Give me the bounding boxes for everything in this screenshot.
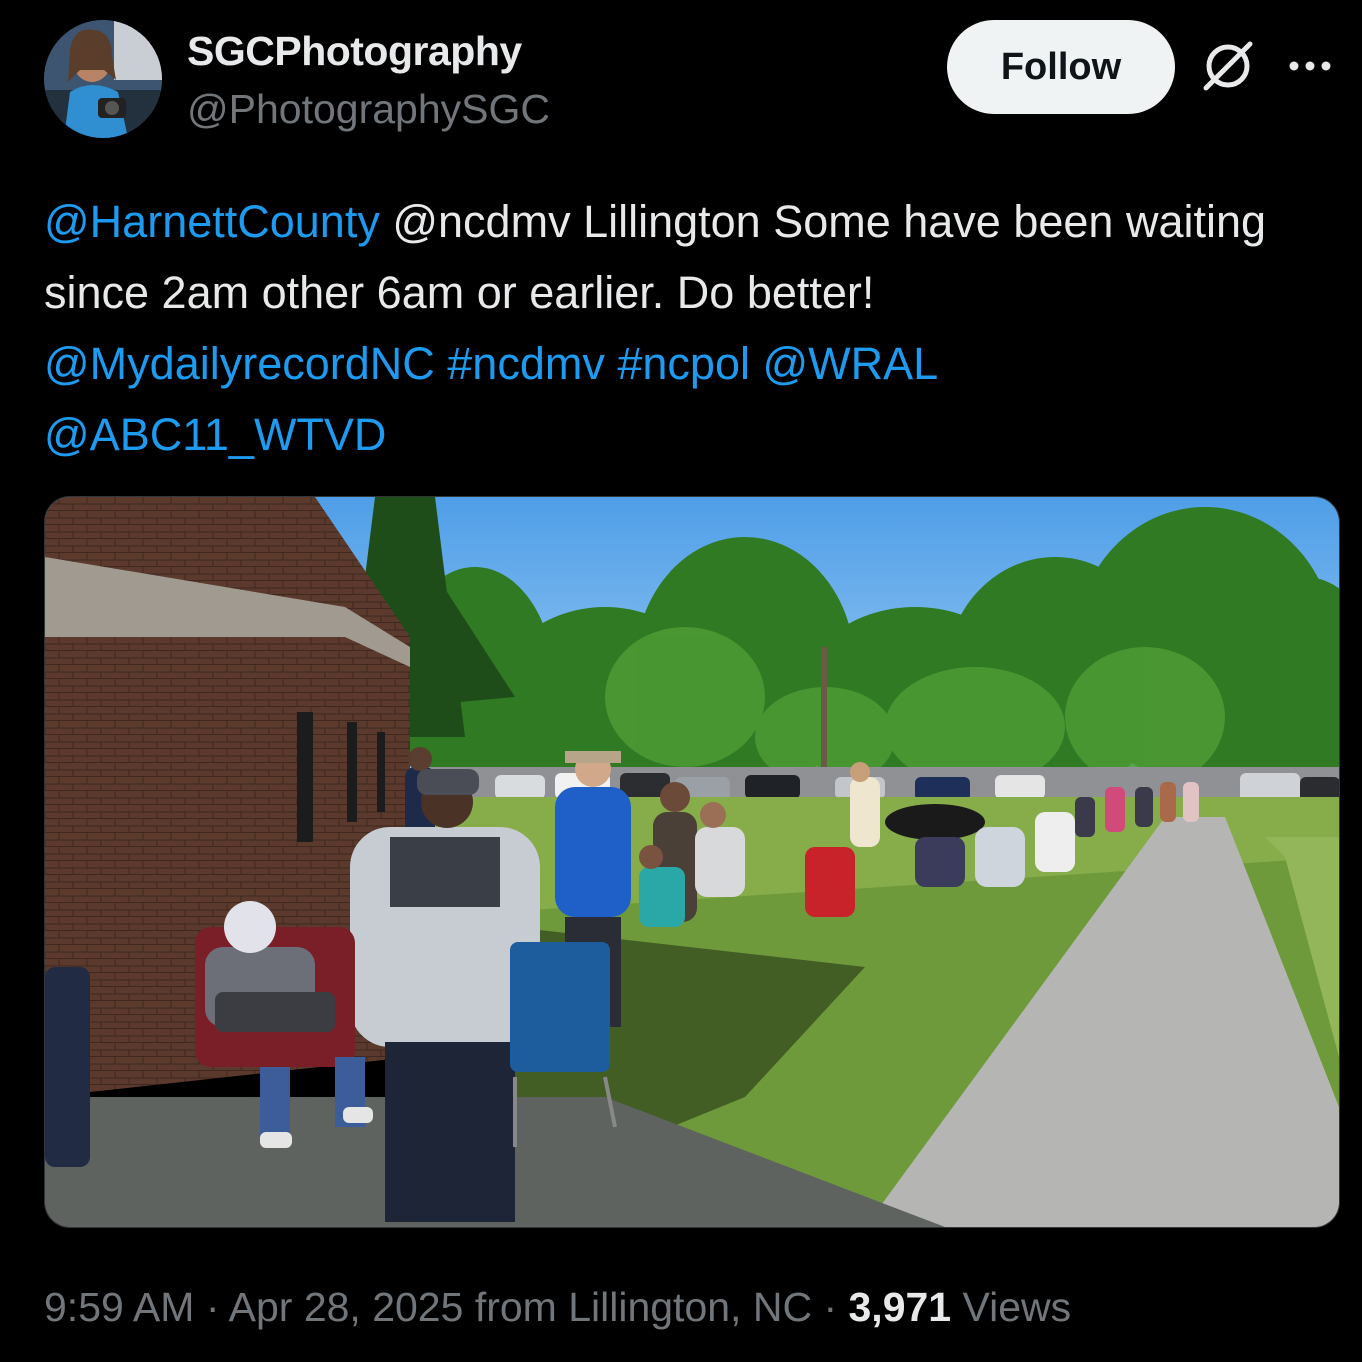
tweet-location: from Lillington, NC: [474, 1284, 813, 1330]
tweet-time[interactable]: 9:59 AM: [44, 1284, 194, 1330]
author-handle[interactable]: @PhotographySGC: [187, 86, 550, 133]
user-avatar-icon: [44, 20, 162, 138]
tweet-date[interactable]: Apr 28, 2025: [229, 1284, 464, 1330]
tweet-meta: 9:59 AM · Apr 28, 2025 from Lillington, …: [44, 1284, 1072, 1330]
photo-image: [45, 497, 1339, 1227]
hashtag-ncpol[interactable]: #ncpol: [617, 338, 750, 389]
mention-mydailyrecordnc[interactable]: @MydailyrecordNC: [44, 338, 435, 389]
mention-harnettcounty[interactable]: @HarnettCounty: [44, 196, 380, 247]
views-label: Views: [962, 1284, 1072, 1330]
author-display-name[interactable]: SGCPhotography: [187, 28, 522, 75]
views-count: 3,971: [848, 1284, 952, 1330]
tweet-text: @HarnettCounty @ncdmv Lillington Some ha…: [44, 186, 1334, 470]
mention-abc11-wtvd[interactable]: @ABC11_WTVD: [44, 409, 386, 460]
mention-wral[interactable]: @WRAL: [763, 338, 939, 389]
tweet-photo[interactable]: [44, 496, 1340, 1228]
grok-icon[interactable]: [1198, 36, 1258, 96]
author-avatar[interactable]: [44, 20, 162, 138]
hashtag-ncdmv[interactable]: #ncdmv: [447, 338, 605, 389]
follow-button[interactable]: Follow: [947, 20, 1175, 114]
more-options-icon[interactable]: [1285, 44, 1335, 88]
